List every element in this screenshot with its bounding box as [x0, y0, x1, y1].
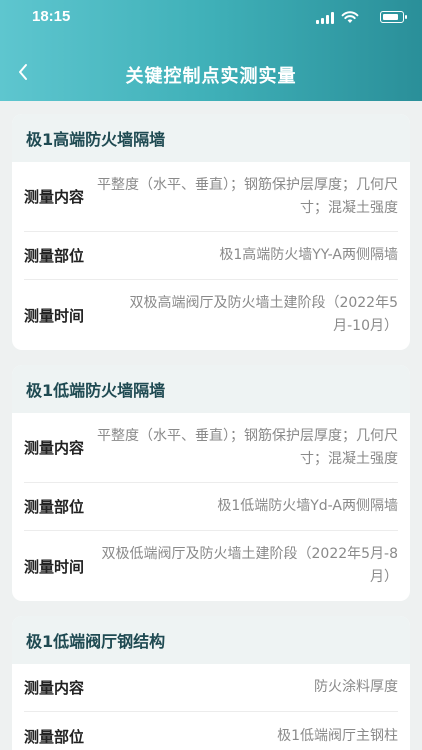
row-value: 极1低端防火墙Yd-A两侧隔墙: [217, 498, 398, 514]
row-location: 测量部位 极1高端防火墙YY-A两侧隔墙: [24, 232, 398, 280]
wifi-icon: [341, 11, 359, 23]
measurement-card: 极1低端阀厅钢结构 测量内容 防火涂料厚度 测量部位 极1低端阀厅主钢柱: [12, 616, 410, 750]
card-title: 极1低端防火墙隔墙: [12, 365, 410, 413]
row-time: 测量时间 双极低端阀厅及防火墙土建阶段（2022年5月-8月）: [24, 531, 398, 601]
row-label: 测量内容: [24, 188, 85, 206]
row-value: 防火涂料厚度: [314, 679, 398, 695]
row-location: 测量部位 极1低端防火墙Yd-A两侧隔墙: [24, 483, 398, 531]
row-value: 极1高端防火墙YY-A两侧隔墙: [219, 247, 398, 263]
row-content: 测量内容 平整度（水平、垂直）；钢筋保护层厚度；几何尺寸；混凝土强度: [24, 162, 398, 232]
measurement-card: 极1低端防火墙隔墙 测量内容 平整度（水平、垂直）；钢筋保护层厚度；几何尺寸；混…: [12, 365, 410, 601]
row-label: 测量内容: [24, 679, 85, 697]
measurement-card: 极1高端防火墙隔墙 测量内容 平整度（水平、垂直）；钢筋保护层厚度；几何尺寸；混…: [12, 114, 410, 350]
row-content: 测量内容 防火涂料厚度: [24, 664, 398, 712]
row-label: 测量部位: [24, 498, 85, 516]
row-location: 测量部位 极1低端阀厅主钢柱: [24, 712, 398, 750]
signal-icon: [316, 12, 334, 24]
card-title: 极1高端防火墙隔墙: [12, 114, 410, 162]
row-value: 平整度（水平、垂直）；钢筋保护层厚度；几何尺寸；混凝土强度: [97, 427, 398, 467]
status-time: 18:15: [32, 8, 71, 25]
row-value: 双极低端阀厅及防火墙土建阶段（2022年5月-8月）: [101, 546, 399, 585]
row-time: 测量时间 双极高端阀厅及防火墙土建阶段（2022年5月-10月）: [24, 280, 398, 350]
row-label: 测量部位: [24, 247, 85, 265]
nav-bar: 关键控制点实测实量: [0, 50, 422, 94]
row-label: 测量内容: [24, 439, 85, 457]
card-title: 极1低端阀厅钢结构: [12, 616, 410, 664]
row-value: 双极高端阀厅及防火墙土建阶段（2022年5月-10月）: [129, 295, 398, 334]
row-value: 平整度（水平、垂直）；钢筋保护层厚度；几何尺寸；混凝土强度: [97, 176, 398, 216]
header: 18:15 关键控制点实测实量: [0, 0, 422, 101]
row-label: 测量时间: [24, 306, 85, 325]
status-bar: 18:15: [0, 0, 422, 36]
row-value: 极1低端阀厅主钢柱: [277, 727, 398, 744]
measurement-list[interactable]: 极1高端防火墙隔墙 测量内容 平整度（水平、垂直）；钢筋保护层厚度；几何尺寸；混…: [0, 101, 422, 750]
battery-icon: [380, 11, 407, 23]
page-title: 关键控制点实测实量: [125, 66, 297, 87]
row-label: 测量部位: [24, 727, 85, 746]
row-content: 测量内容 平整度（水平、垂直）；钢筋保护层厚度；几何尺寸；混凝土强度: [24, 413, 398, 483]
row-label: 测量时间: [24, 557, 85, 576]
status-icons: [306, 10, 407, 24]
